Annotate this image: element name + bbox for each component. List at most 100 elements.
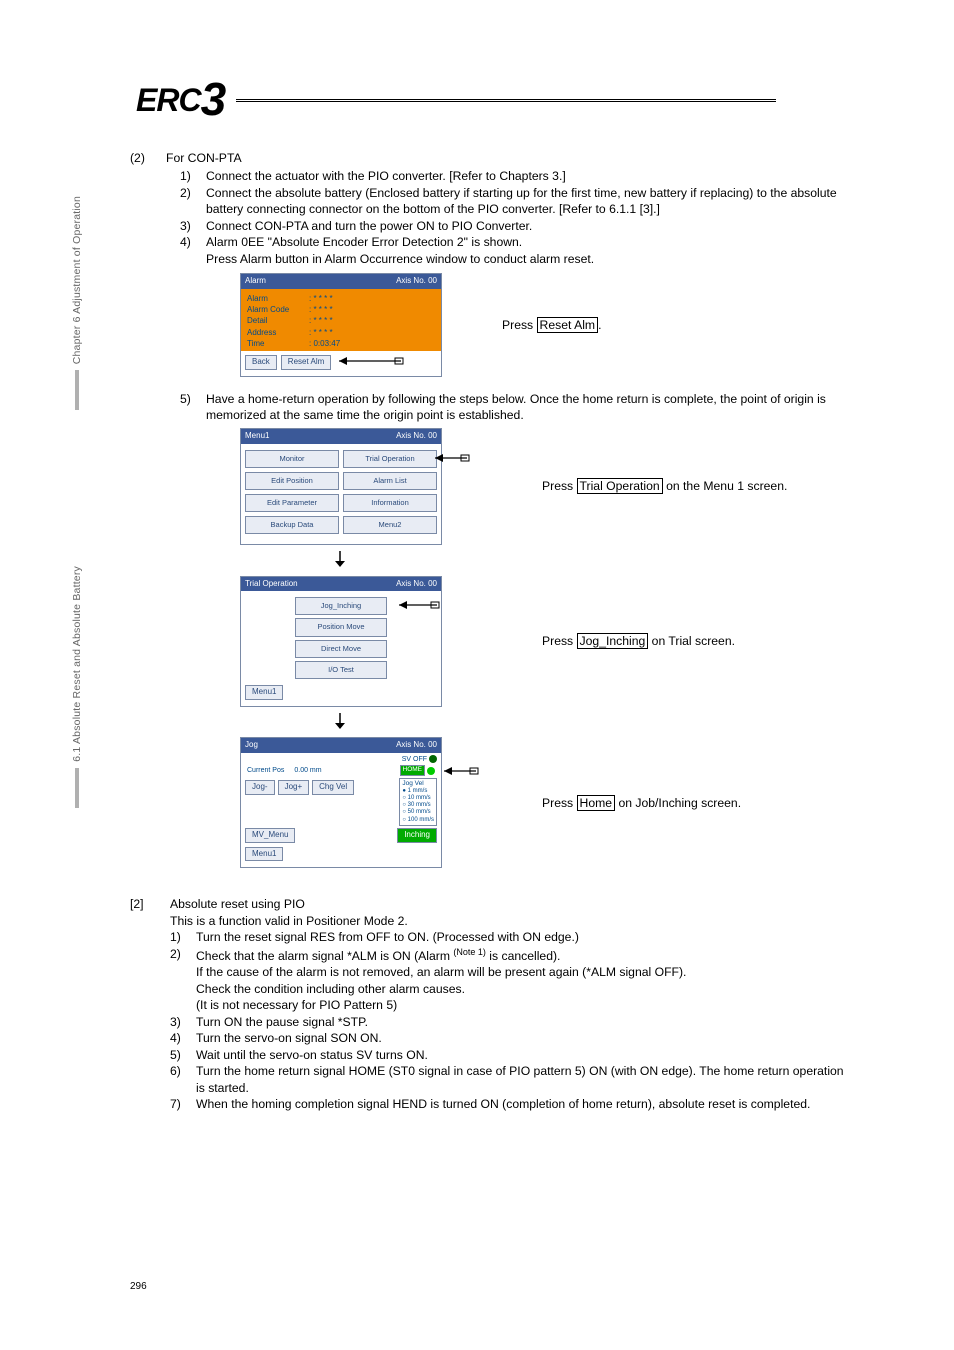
jog-minus-button[interactable]: Jog- <box>245 780 275 795</box>
edit-parameter-button[interactable]: Edit Parameter <box>245 494 339 512</box>
monitor-button[interactable]: Monitor <box>245 450 339 468</box>
mv-menu-button[interactable]: MV_Menu <box>245 828 295 843</box>
alarm-value: : * * * * <box>309 293 333 304</box>
down-arrow-icon <box>330 711 350 735</box>
sv-off-label: SV OFF <box>402 755 427 764</box>
inching-button[interactable]: Inching <box>397 828 437 843</box>
item-continuation: (It is not necessary for PIO Pattern 5) <box>196 997 854 1013</box>
header-rule <box>236 99 776 102</box>
chg-vel-button[interactable]: Chg Vel <box>312 780 354 795</box>
alarm-list-button[interactable]: Alarm List <box>343 472 437 490</box>
titlebar-right: Axis No. 00 <box>396 276 437 287</box>
arrow-left-icon <box>335 355 405 367</box>
menu2-button[interactable]: Menu2 <box>343 516 437 534</box>
trial-screenshot: Trial Operation Axis No. 00 Jog_Inching … <box>240 576 442 707</box>
position-move-button[interactable]: Position Move <box>295 618 387 636</box>
titlebar-left: Menu1 <box>245 431 269 442</box>
trial-caption: Press Jog_Inching on Trial screen. <box>542 633 735 649</box>
titlebar-right: Axis No. 00 <box>396 431 437 442</box>
item-text: Turn the home return signal HOME (ST0 si… <box>196 1063 854 1096</box>
information-button[interactable]: Information <box>343 494 437 512</box>
speed-option[interactable]: ○ 10 mm/s <box>402 795 434 802</box>
trial-operation-button[interactable]: Trial Operation <box>343 450 437 468</box>
jog-plus-button[interactable]: Jog+ <box>278 780 310 795</box>
list-item: 3)Connect CON-PTA and turn the power ON … <box>180 218 854 234</box>
alarm-label: Address <box>247 327 309 338</box>
item-text: Wait until the servo-on status SV turns … <box>196 1047 854 1063</box>
heading-pio-reset: [2] Absolute reset using PIO <box>130 896 854 912</box>
alarm-value: : * * * * <box>309 304 333 315</box>
trial-op-cell: Trial Operation <box>343 450 437 468</box>
item-continuation: Press Alarm button in Alarm Occurrence w… <box>206 251 854 267</box>
item-num: 2) <box>170 946 196 965</box>
trial-footer: Menu1 <box>241 681 441 706</box>
edit-position-button[interactable]: Edit Position <box>245 472 339 490</box>
item-num: 2) <box>180 185 206 218</box>
jog-inching-button[interactable]: Jog_Inching <box>295 597 387 615</box>
item-text: Turn the reset signal RES from OFF to ON… <box>196 929 854 945</box>
caption-suffix: on Trial screen. <box>648 634 735 648</box>
pio-list: 1)Turn the reset signal RES from OFF to … <box>170 929 854 1112</box>
screenshot-titlebar: Alarm Axis No. 00 <box>241 274 441 289</box>
trial-body: Jog_Inching Position Move Direct Move I/… <box>241 591 441 681</box>
alarm-row: Address: * * * * <box>247 327 435 338</box>
home-button[interactable]: HOME <box>400 765 426 776</box>
note-superscript: (Note 1) <box>453 947 486 957</box>
caption-boxed: Trial Operation <box>577 478 663 494</box>
caption-prefix: Press <box>542 479 577 493</box>
alarm-row: Alarm: * * * * <box>247 293 435 304</box>
backup-data-button[interactable]: Backup Data <box>245 516 339 534</box>
speed-option[interactable]: ● 1 mm/s <box>402 788 434 795</box>
side-tab-bar <box>75 370 79 410</box>
alarm-footer: Back Reset Alm <box>241 351 441 376</box>
list-item: 7)When the homing completion signal HEND… <box>170 1096 854 1112</box>
speed-option[interactable]: ○ 50 mm/s <box>402 809 434 816</box>
item-num: 1) <box>170 929 196 945</box>
menu-screenshot: Menu1 Axis No. 00 Monitor Trial Operatio… <box>240 428 442 545</box>
list-item: 2) Check that the alarm signal *ALM is O… <box>170 946 854 965</box>
alarm-caption: Press Reset Alm. <box>502 317 601 333</box>
alarm-screenshot: Alarm Axis No. 00 Alarm: * * * * Alarm C… <box>240 273 442 377</box>
titlebar-left: Alarm <box>245 276 266 287</box>
menu1-button[interactable]: Menu1 <box>245 685 283 700</box>
alarm-row: Detail: * * * * <box>247 315 435 326</box>
list-item: 4)Alarm 0EE "Absolute Encoder Error Dete… <box>180 234 854 250</box>
item-text: Connect the actuator with the PIO conver… <box>206 168 854 184</box>
list-item: 1)Turn the reset signal RES from OFF to … <box>170 929 854 945</box>
jog-body: SV OFF Current Pos 0.00 mm HOME <box>241 753 441 845</box>
list-item: 6)Turn the home return signal HOME (ST0 … <box>170 1063 854 1096</box>
header-logo-area: ERC3 <box>136 82 834 126</box>
item-text: Connect the absolute battery (Enclosed b… <box>206 185 854 218</box>
back-button[interactable]: Back <box>245 355 277 370</box>
current-pos-value: 0.00 mm <box>294 766 321 775</box>
io-test-button[interactable]: I/O Test <box>295 661 387 679</box>
alarm-value: : 0:03:47 <box>309 338 340 349</box>
item-num: 3) <box>180 218 206 234</box>
jog-screenshot-row: Jog Axis No. 00 SV OFF Current Pos 0.00 … <box>240 737 854 868</box>
direct-move-button[interactable]: Direct Move <box>295 640 387 658</box>
side-tab-section-text: 6.1 Absolute Reset and Absolute Battery <box>72 566 83 762</box>
arrow-left-icon <box>440 765 482 777</box>
item-num: 1) <box>180 168 206 184</box>
reset-alm-button[interactable]: Reset Alm <box>281 355 331 370</box>
item-text: When the homing completion signal HEND i… <box>196 1096 854 1112</box>
item-text: Turn the servo-on signal SON ON. <box>196 1030 854 1046</box>
caption-boxed: Jog_Inching <box>577 633 649 649</box>
menu1-button[interactable]: Menu1 <box>245 847 283 862</box>
down-arrow-icon <box>330 549 350 573</box>
alarm-value: : * * * * <box>309 327 333 338</box>
item-text: Alarm 0EE "Absolute Encoder Error Detect… <box>206 234 854 250</box>
logo-text: ERC3 <box>136 82 225 119</box>
speed-option[interactable]: ○ 100 mm/s <box>402 817 434 824</box>
item-text: Connect CON-PTA and turn the power ON to… <box>206 218 854 234</box>
speed-option[interactable]: ○ 30 mm/s <box>402 802 434 809</box>
logo-number: 3 <box>201 73 226 125</box>
heading-con-pta: (2) For CON-PTA <box>130 150 854 166</box>
con-pta-list: 1)Connect the actuator with the PIO conv… <box>180 168 854 267</box>
list-item: 5)Have a home-return operation by follow… <box>180 391 854 424</box>
item-text: Have a home-return operation by followin… <box>206 391 854 424</box>
caption-suffix: on Job/Inching screen. <box>615 796 741 810</box>
titlebar-right: Axis No. 00 <box>396 579 437 590</box>
side-tab-section: 6.1 Absolute Reset and Absolute Battery <box>66 560 88 840</box>
list-item: 4)Turn the servo-on signal SON ON. <box>170 1030 854 1046</box>
